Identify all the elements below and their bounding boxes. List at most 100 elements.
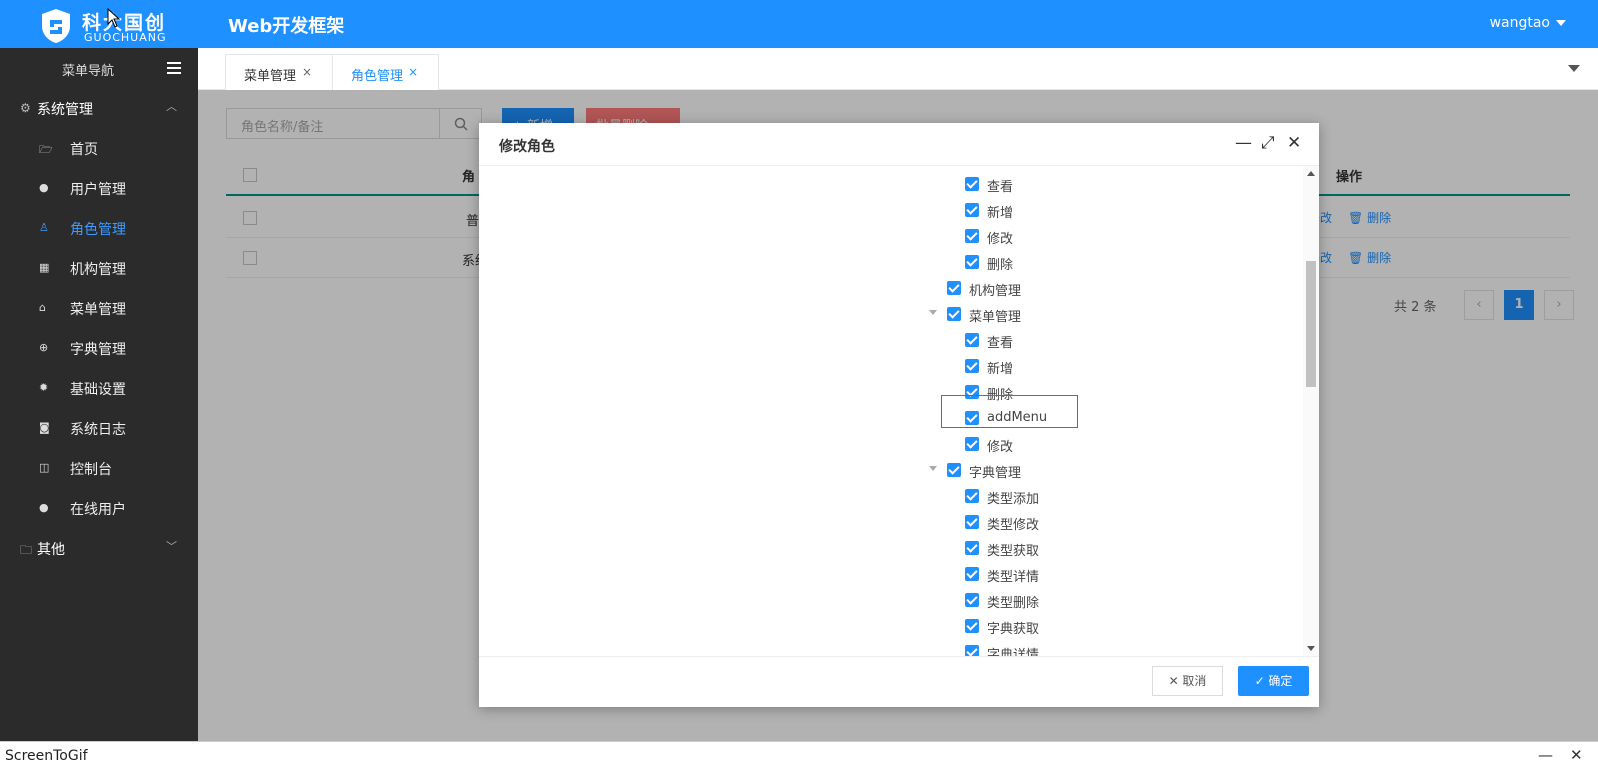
person-icon: ♙ (39, 221, 49, 234)
tree-node-label: 新增 (987, 206, 1014, 221)
checkbox-checked-icon[interactable] (965, 541, 979, 555)
camera-icon: ◙ (39, 421, 50, 434)
tree-node-label: 菜单管理 (969, 310, 1022, 325)
mouse-cursor-icon (107, 8, 121, 28)
gear-icon: ⚙ (20, 101, 31, 115)
checkbox-checked-icon[interactable] (965, 255, 979, 269)
folder-icon: 🗁 (39, 143, 53, 156)
user-menu[interactable]: wangtao (1490, 15, 1566, 31)
minimize-icon[interactable]: — (1235, 133, 1252, 153)
tree-node-label: 删除 (987, 258, 1014, 273)
sidebar-group-label: 系统管理 (37, 102, 93, 118)
close-icon[interactable]: ✕ (1570, 746, 1583, 764)
tree-node-label: 查看 (987, 336, 1014, 351)
scroll-up-icon[interactable] (1307, 171, 1315, 176)
sidebar-group-label: 其他 (37, 542, 65, 558)
sidebar-item-label: 字典管理 (70, 342, 126, 358)
sidebar-item-label: 控制台 (70, 462, 112, 478)
highlight-box (941, 395, 1078, 428)
chevron-up-icon: ︿ (166, 100, 177, 113)
gear-icon: ✹ (39, 381, 49, 394)
checkbox-checked-icon[interactable] (965, 229, 979, 243)
sidebar-item-label: 机构管理 (70, 262, 126, 278)
sidebar-item-home[interactable]: 🗁 首页 (0, 128, 198, 168)
checkbox-checked-icon[interactable] (965, 567, 979, 581)
caret-down-icon (1556, 20, 1566, 26)
checkbox-checked-icon[interactable] (965, 593, 979, 607)
sidebar-item-label: 菜单管理 (70, 302, 126, 318)
checkbox-checked-icon[interactable] (965, 359, 979, 373)
sidebar-item-label: 用户管理 (70, 182, 126, 198)
checkbox-checked-icon[interactable] (965, 437, 979, 451)
checkbox-checked-icon[interactable] (947, 281, 961, 295)
shield-logo-icon (42, 9, 70, 43)
screentogif-bar: ScreenToGif — ✕ (0, 741, 1598, 768)
sidebar-item-settings[interactable]: ✹ 基础设置 (0, 368, 198, 408)
dialog-header: 修改角色 — ⤢ ✕ (479, 123, 1319, 166)
tab-label: 菜单管理 (244, 69, 297, 84)
confirm-button[interactable]: ✓ 确定 (1238, 666, 1309, 696)
sidebar-item-org[interactable]: ▦ 机构管理 (0, 248, 198, 288)
scroll-down-icon[interactable] (1307, 646, 1315, 651)
checkbox-checked-icon[interactable] (965, 203, 979, 217)
caret-down-icon[interactable] (929, 310, 937, 315)
checkbox-checked-icon[interactable] (965, 619, 979, 633)
sidebar-item-online-users[interactable]: ● 在线用户 (0, 488, 198, 528)
grid-icon: ▦ (39, 261, 50, 274)
sidebar-group-system[interactable]: ⚙ 系统管理 ︿ (0, 88, 198, 128)
tree-node-label: 新增 (987, 362, 1014, 377)
tree-node-label: 字典获取 (987, 622, 1040, 637)
tabs-dropdown-icon[interactable] (1568, 65, 1580, 72)
checkbox-checked-icon[interactable] (965, 489, 979, 503)
sidebar: 菜单导航 ⚙ 系统管理 ︿ 🗁 首页 ● 用户管理 ♙ 角色管理 ▦ 机构管理 … (0, 48, 198, 741)
cancel-button[interactable]: ✕ 取消 (1152, 666, 1223, 696)
tree-node-label: 修改 (987, 440, 1014, 455)
checkbox-checked-icon[interactable] (947, 463, 961, 477)
sidebar-item-label: 角色管理 (70, 222, 126, 238)
hamburger-icon[interactable] (167, 62, 181, 74)
sidebar-item-logs[interactable]: ◙ 系统日志 (0, 408, 198, 448)
tab-role-management[interactable]: 角色管理 × (332, 54, 439, 90)
checkbox-checked-icon[interactable] (965, 645, 979, 656)
close-icon[interactable]: × (302, 65, 312, 79)
dialog-scrollbar[interactable] (1303, 166, 1319, 656)
sidebar-item-label: 系统日志 (70, 422, 126, 438)
sidebar-group-other[interactable]: 🗀 其他 ﹀ (0, 528, 198, 568)
tabs-bar: 菜单管理 × 角色管理 × (198, 48, 1598, 90)
tree-node-label: 类型添加 (987, 492, 1040, 507)
tree-node-label: 类型修改 (987, 518, 1040, 533)
dialog-footer: ✕ 取消 ✓ 确定 (479, 656, 1319, 707)
book-icon: ◫ (39, 461, 50, 474)
close-icon[interactable]: × (408, 65, 418, 79)
maximize-icon[interactable]: ⤢ (1261, 133, 1275, 153)
logo-text-en: GUOCHUANG (84, 31, 167, 44)
close-icon[interactable]: ✕ (1287, 133, 1301, 153)
minimize-icon[interactable]: — (1538, 746, 1553, 764)
caret-down-icon[interactable] (929, 466, 937, 471)
tab-menu-management[interactable]: 菜单管理 × (225, 54, 333, 90)
permission-tree: 查看 新增 修改 删除 机构管理 菜单管理 查看 新增 删除 addMenu 修… (479, 166, 1319, 656)
sidebar-item-label: 首页 (70, 142, 98, 158)
folder-icon: 🗀 (20, 543, 33, 557)
tree-node-label: 字典详情 (987, 648, 1040, 656)
sidebar-item-console[interactable]: ◫ 控制台 (0, 448, 198, 488)
checkbox-checked-icon[interactable] (965, 177, 979, 191)
tree-node-label: 查看 (987, 180, 1014, 195)
sidebar-item-users[interactable]: ● 用户管理 (0, 168, 198, 208)
sidebar-item-roles[interactable]: ♙ 角色管理 (0, 208, 198, 248)
edit-role-dialog: 修改角色 — ⤢ ✕ 查看 新增 修改 删除 机构管理 菜单管理 查看 新增 删… (479, 123, 1319, 707)
sidebar-item-label: 基础设置 (70, 382, 126, 398)
tree-node-label: 字典管理 (969, 466, 1022, 481)
sidebar-item-menu[interactable]: ⌂ 菜单管理 (0, 288, 198, 328)
sidebar-item-dict[interactable]: ⊕ 字典管理 (0, 328, 198, 368)
dialog-title: 修改角色 (499, 139, 555, 155)
scroll-thumb[interactable] (1306, 261, 1316, 387)
checkbox-checked-icon[interactable] (965, 333, 979, 347)
checkbox-checked-icon[interactable] (965, 515, 979, 529)
sidebar-title: 菜单导航 (62, 64, 115, 79)
tree-node-label: 类型详情 (987, 570, 1040, 585)
tree-node-label: 类型获取 (987, 544, 1040, 559)
checkbox-checked-icon[interactable] (947, 307, 961, 321)
app-title: Web开发框架 (228, 16, 345, 37)
sidebar-header: 菜单导航 (0, 48, 198, 88)
